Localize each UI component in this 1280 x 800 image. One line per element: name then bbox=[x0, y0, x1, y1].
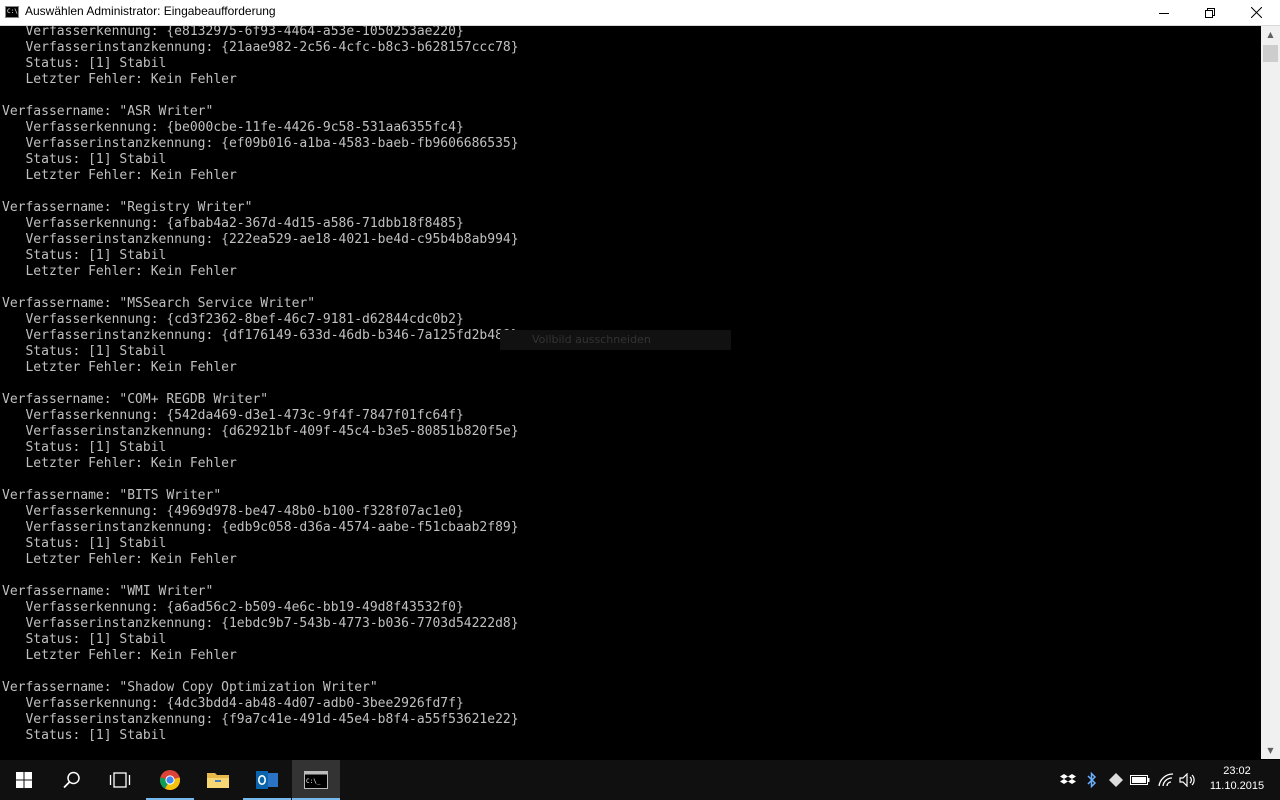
scroll-thumb[interactable] bbox=[1263, 45, 1278, 62]
console-line: Verfasserinstanzkennung: {ef09b016-a1ba-… bbox=[2, 136, 519, 151]
windows-icon bbox=[16, 772, 32, 788]
scroll-down-button[interactable]: ▼ bbox=[1261, 742, 1280, 759]
command-prompt-button[interactable]: C:\_ bbox=[292, 760, 340, 800]
outlook-icon bbox=[256, 771, 278, 789]
cmd-icon: C:\_ bbox=[304, 771, 328, 789]
console-line: Verfasserinstanzkennung: {21aae982-2c56-… bbox=[2, 40, 519, 55]
console-line: Verfasserkennung: {afbab4a2-367d-4d15-a5… bbox=[2, 216, 464, 231]
clock-time: 23:02 bbox=[1223, 765, 1251, 777]
console-line: Verfasserinstanzkennung: {d62921bf-409f-… bbox=[2, 424, 519, 439]
window-title: Auswählen Administrator: Eingabeaufforde… bbox=[25, 4, 276, 18]
console-line: Verfasserkennung: {be000cbe-11fe-4426-9c… bbox=[2, 120, 464, 135]
console-line: Status: [1] Stabil bbox=[2, 632, 167, 647]
search-button[interactable] bbox=[48, 760, 96, 800]
dropbox-icon bbox=[1060, 774, 1076, 784]
task-view-icon bbox=[109, 772, 131, 788]
console-line: Letzter Fehler: Kein Fehler bbox=[2, 552, 237, 567]
battery-icon bbox=[1130, 775, 1150, 785]
wifi-icon bbox=[1158, 773, 1174, 787]
console-line: Status: [1] Stabil bbox=[2, 440, 167, 455]
console-line: Verfassername: "ASR Writer" bbox=[2, 104, 214, 119]
chrome-icon bbox=[159, 770, 181, 791]
console-line: Verfassername: "Shadow Copy Optimization… bbox=[2, 680, 378, 695]
restore-icon bbox=[1205, 7, 1215, 18]
restore-button[interactable] bbox=[1187, 0, 1233, 25]
cmd-icon bbox=[5, 6, 19, 18]
console-line: Verfasserkennung: {4dc3bdd4-ab48-4d07-ad… bbox=[2, 696, 464, 711]
console-line: Status: [1] Stabil bbox=[2, 728, 167, 743]
console-line: Status: [1] Stabil bbox=[2, 56, 167, 71]
svg-text:C:\_: C:\_ bbox=[306, 778, 321, 785]
minimize-button[interactable] bbox=[1141, 0, 1187, 25]
console-text: Verfasserkennung: {e8132975-6f93-4464-a5… bbox=[2, 26, 519, 744]
console-line: Letzter Fehler: Kein Fehler bbox=[2, 72, 237, 87]
console-line: Verfassername: "COM+ REGDB Writer" bbox=[2, 392, 269, 407]
outlook-button[interactable] bbox=[243, 760, 291, 800]
tray-app-button[interactable] bbox=[1104, 760, 1128, 800]
console-line: Status: [1] Stabil bbox=[2, 152, 167, 167]
console-output[interactable]: Verfasserkennung: {e8132975-6f93-4464-a5… bbox=[0, 26, 1261, 759]
clock-date: 11.10.2015 bbox=[1209, 780, 1265, 792]
minimize-icon bbox=[1159, 12, 1169, 14]
console-line: Letzter Fehler: Kein Fehler bbox=[2, 648, 237, 663]
bluetooth-icon bbox=[1087, 772, 1097, 788]
console-line: Status: [1] Stabil bbox=[2, 536, 167, 551]
tray-app-icon bbox=[1109, 773, 1123, 787]
console-line: Verfasserinstanzkennung: {f9a7c41e-491d-… bbox=[2, 712, 519, 727]
vertical-scrollbar[interactable]: ▲ ▼ bbox=[1261, 26, 1280, 759]
console-line: Verfasserkennung: {e8132975-6f93-4464-a5… bbox=[2, 26, 464, 39]
console-line: Verfassername: "MSSearch Service Writer" bbox=[2, 296, 316, 311]
console-line: Verfasserinstanzkennung: {222ea529-ae18-… bbox=[2, 232, 519, 247]
arrow-down-icon: ▼ bbox=[1267, 746, 1274, 755]
console-line: Verfasserinstanzkennung: {edb9c058-d36a-… bbox=[2, 520, 519, 535]
start-button[interactable] bbox=[0, 760, 48, 800]
console-line: Verfasserinstanzkennung: {1ebdc9b7-543b-… bbox=[2, 616, 519, 631]
volume-icon bbox=[1179, 773, 1195, 787]
console-line: Status: [1] Stabil bbox=[2, 344, 167, 359]
console-line: Letzter Fehler: Kein Fehler bbox=[2, 360, 237, 375]
snip-tooltip: Vollbild ausschneiden bbox=[500, 330, 731, 350]
dropbox-tray-button[interactable] bbox=[1056, 760, 1080, 800]
console-line: Verfassername: "BITS Writer" bbox=[2, 488, 222, 503]
console-line: Verfasserkennung: {a6ad56c2-b509-4e6c-bb… bbox=[2, 600, 464, 615]
console-line: Verfasserkennung: {542da469-d3e1-473c-9f… bbox=[2, 408, 464, 423]
volume-tray-button[interactable] bbox=[1176, 760, 1200, 800]
console-line: Letzter Fehler: Kein Fehler bbox=[2, 168, 237, 183]
console-line: Verfasserinstanzkennung: {df176149-633d-… bbox=[2, 328, 519, 343]
console-line: Letzter Fehler: Kein Fehler bbox=[2, 456, 237, 471]
bluetooth-tray-button[interactable] bbox=[1080, 760, 1104, 800]
console-line: Letzter Fehler: Kein Fehler bbox=[2, 264, 237, 279]
console-line: Status: [1] Stabil bbox=[2, 248, 167, 263]
search-icon bbox=[63, 771, 80, 789]
close-icon bbox=[1250, 7, 1262, 18]
taskbar-clock[interactable]: 23:02 11.10.2015 bbox=[1200, 764, 1274, 794]
battery-tray-button[interactable] bbox=[1128, 760, 1152, 800]
wifi-tray-button[interactable] bbox=[1154, 760, 1178, 800]
file-explorer-button[interactable] bbox=[194, 760, 242, 800]
close-button[interactable] bbox=[1233, 0, 1279, 25]
scroll-up-button[interactable]: ▲ bbox=[1261, 26, 1280, 43]
arrow-up-icon: ▲ bbox=[1267, 30, 1274, 39]
folder-icon bbox=[207, 773, 229, 788]
taskbar: C:\_ 23:02 11.10.2015 bbox=[0, 760, 1280, 800]
console-line: Verfasserkennung: {4969d978-be47-48b0-b1… bbox=[2, 504, 464, 519]
console-line: Verfasserkennung: {cd3f2362-8bef-46c7-91… bbox=[2, 312, 464, 327]
title-bar[interactable]: Auswählen Administrator: Eingabeaufforde… bbox=[0, 0, 1280, 26]
console-line: Verfassername: "Registry Writer" bbox=[2, 200, 253, 215]
console-line: Verfassername: "WMI Writer" bbox=[2, 584, 214, 599]
chrome-button[interactable] bbox=[146, 760, 194, 800]
task-view-button[interactable] bbox=[96, 760, 144, 800]
